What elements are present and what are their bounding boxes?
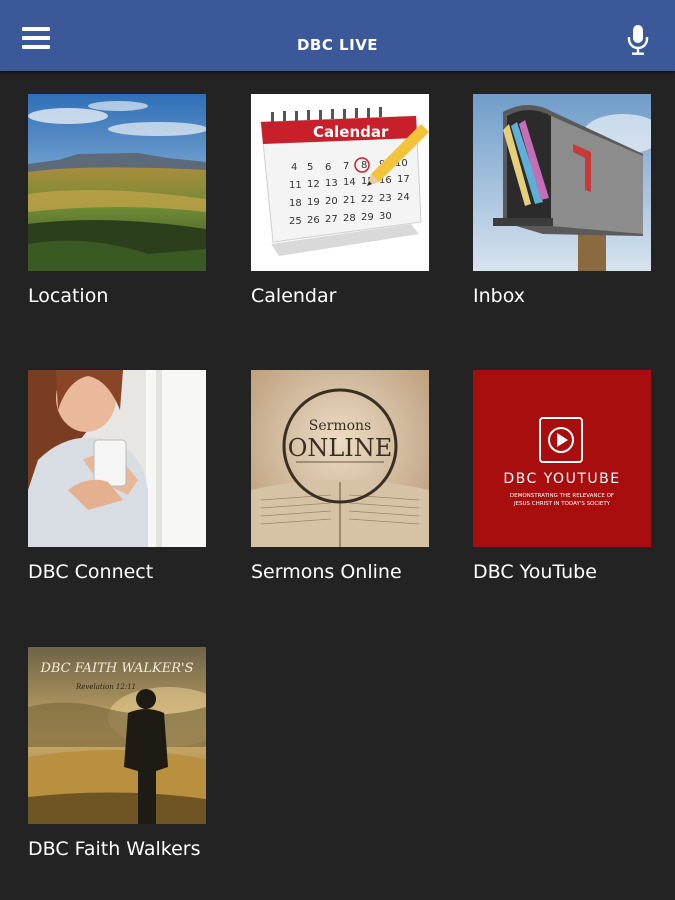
tile-label: Inbox: [473, 285, 525, 307]
tile-label: DBC Faith Walkers: [28, 838, 201, 860]
location-image: [28, 94, 206, 271]
tile-label: Sermons Online: [251, 561, 402, 583]
sermons-image-text-2: ONLINE: [288, 434, 393, 462]
svg-text:25: 25: [289, 216, 302, 227]
svg-text:29: 29: [361, 212, 374, 223]
svg-text:14: 14: [343, 177, 356, 188]
svg-text:5: 5: [307, 162, 313, 173]
svg-text:28: 28: [343, 213, 356, 224]
tile-dbc-youtube[interactable]: DBC YOUTUBE DEMONSTRATING THE RELEVANCE …: [473, 370, 651, 583]
tile-inbox[interactable]: Inbox: [473, 94, 651, 307]
svg-text:27: 27: [325, 214, 338, 225]
svg-text:8: 8: [361, 160, 367, 171]
tile-label: Location: [28, 285, 109, 307]
dbc-connect-image: [28, 370, 206, 547]
svg-text:6: 6: [325, 162, 331, 173]
dbc-youtube-image: DBC YOUTUBE DEMONSTRATING THE RELEVANCE …: [473, 370, 651, 547]
calendar-image: Calendar 45678910 11121314151617 1819202…: [251, 94, 429, 271]
sermons-image-text-1: Sermons: [309, 418, 371, 434]
svg-text:17: 17: [397, 174, 410, 185]
tile-dbc-faith-walkers[interactable]: DBC FAITH WALKER'S Revelation 12:11 DBC …: [28, 647, 206, 860]
youtube-image-title: DBC YOUTUBE: [503, 471, 620, 487]
tile-location[interactable]: Location: [28, 94, 206, 307]
svg-text:21: 21: [343, 195, 356, 206]
youtube-image-subtitle-1: DEMONSTRATING THE RELEVANCE OF: [510, 493, 614, 499]
tile-label: Calendar: [251, 285, 337, 307]
svg-text:7: 7: [343, 161, 349, 172]
dbc-faith-walkers-image: DBC FAITH WALKER'S Revelation 12:11: [28, 647, 206, 824]
microphone-icon[interactable]: [626, 24, 650, 56]
svg-text:12: 12: [307, 179, 320, 190]
youtube-image-subtitle-2: JESUS CHRIST IN TODAY'S SOCIETY: [513, 501, 611, 507]
faith-walkers-image-verse: Revelation 12:11: [75, 683, 136, 691]
svg-text:4: 4: [291, 162, 297, 173]
svg-text:22: 22: [361, 194, 374, 205]
faith-walkers-image-title: DBC FAITH WALKER'S: [39, 661, 193, 676]
svg-text:11: 11: [289, 180, 302, 191]
svg-text:18: 18: [289, 198, 302, 209]
tile-label: DBC YouTube: [473, 561, 597, 583]
tile-calendar[interactable]: Calendar 45678910 11121314151617 1819202…: [251, 94, 429, 307]
tile-dbc-connect[interactable]: DBC Connect: [28, 370, 206, 583]
inbox-image: [473, 94, 651, 271]
svg-text:30: 30: [379, 211, 392, 222]
svg-text:24: 24: [397, 192, 410, 203]
app-header: DBC LIVE: [0, 0, 675, 71]
tile-sermons-online[interactable]: Sermons ONLINE Sermons Online: [251, 370, 429, 583]
sermons-online-image: Sermons ONLINE: [251, 370, 429, 547]
svg-text:20: 20: [325, 196, 338, 207]
calendar-image-text: Calendar: [313, 123, 389, 141]
svg-text:13: 13: [325, 178, 338, 189]
svg-text:26: 26: [307, 215, 320, 226]
app-title: DBC LIVE: [296, 36, 379, 54]
svg-text:19: 19: [307, 197, 320, 208]
tile-label: DBC Connect: [28, 561, 154, 583]
svg-text:23: 23: [379, 193, 392, 204]
